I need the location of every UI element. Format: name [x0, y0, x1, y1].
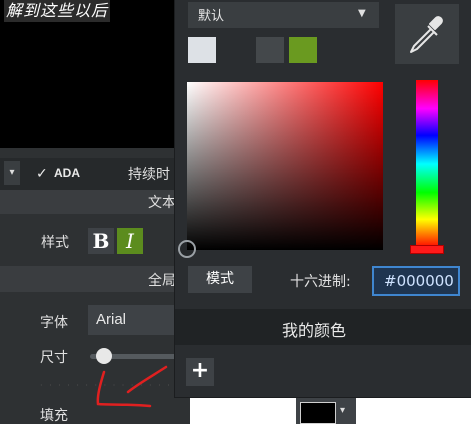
style-label: 样式	[41, 235, 69, 251]
my-colors-label: 我的颜色	[282, 321, 347, 340]
font-select-value[interactable]: Arial	[96, 311, 126, 328]
italic-button[interactable]: I	[117, 228, 143, 254]
hue-slider[interactable]	[416, 80, 438, 248]
color-swatch[interactable]	[289, 37, 317, 63]
duration-label: 持续时	[128, 167, 170, 183]
text-section-label: 文本	[148, 195, 176, 211]
bold-button[interactable]: B	[88, 228, 114, 254]
collapse-button[interactable]: ▾	[4, 161, 20, 185]
global-section-label: 全局	[148, 273, 176, 289]
preset-dropdown-value[interactable]: 默认	[198, 5, 224, 24]
hex-label: 十六进制:	[290, 274, 351, 290]
fill-color-swatch[interactable]	[300, 402, 336, 424]
add-color-button[interactable]: +	[186, 358, 214, 386]
font-label: 字体	[40, 315, 68, 331]
hue-slider-handle[interactable]	[410, 245, 444, 254]
mode-button[interactable]: 模式	[188, 266, 252, 293]
checkmark-icon[interactable]: ✓	[36, 164, 50, 184]
size-slider-handle[interactable]	[96, 348, 112, 364]
saturation-value-field[interactable]	[187, 82, 383, 250]
color-swatch[interactable]	[188, 37, 216, 63]
hex-input[interactable]: #000000	[372, 266, 460, 296]
saturation-value-handle[interactable]	[178, 240, 196, 258]
dropdown-arrow-icon[interactable]: ▼	[358, 8, 366, 19]
chevron-down-icon[interactable]: ▾	[340, 405, 345, 416]
fill-label: 填充	[40, 408, 68, 424]
color-swatch[interactable]	[256, 37, 284, 63]
eyedropper-icon	[410, 16, 443, 53]
preview-caption-text: 解到这些以后	[4, 0, 111, 22]
eyedropper-button[interactable]	[395, 4, 459, 64]
size-label: 尺寸	[40, 350, 68, 366]
video-preview	[0, 0, 180, 148]
ada-label[interactable]: ADA	[54, 166, 80, 180]
